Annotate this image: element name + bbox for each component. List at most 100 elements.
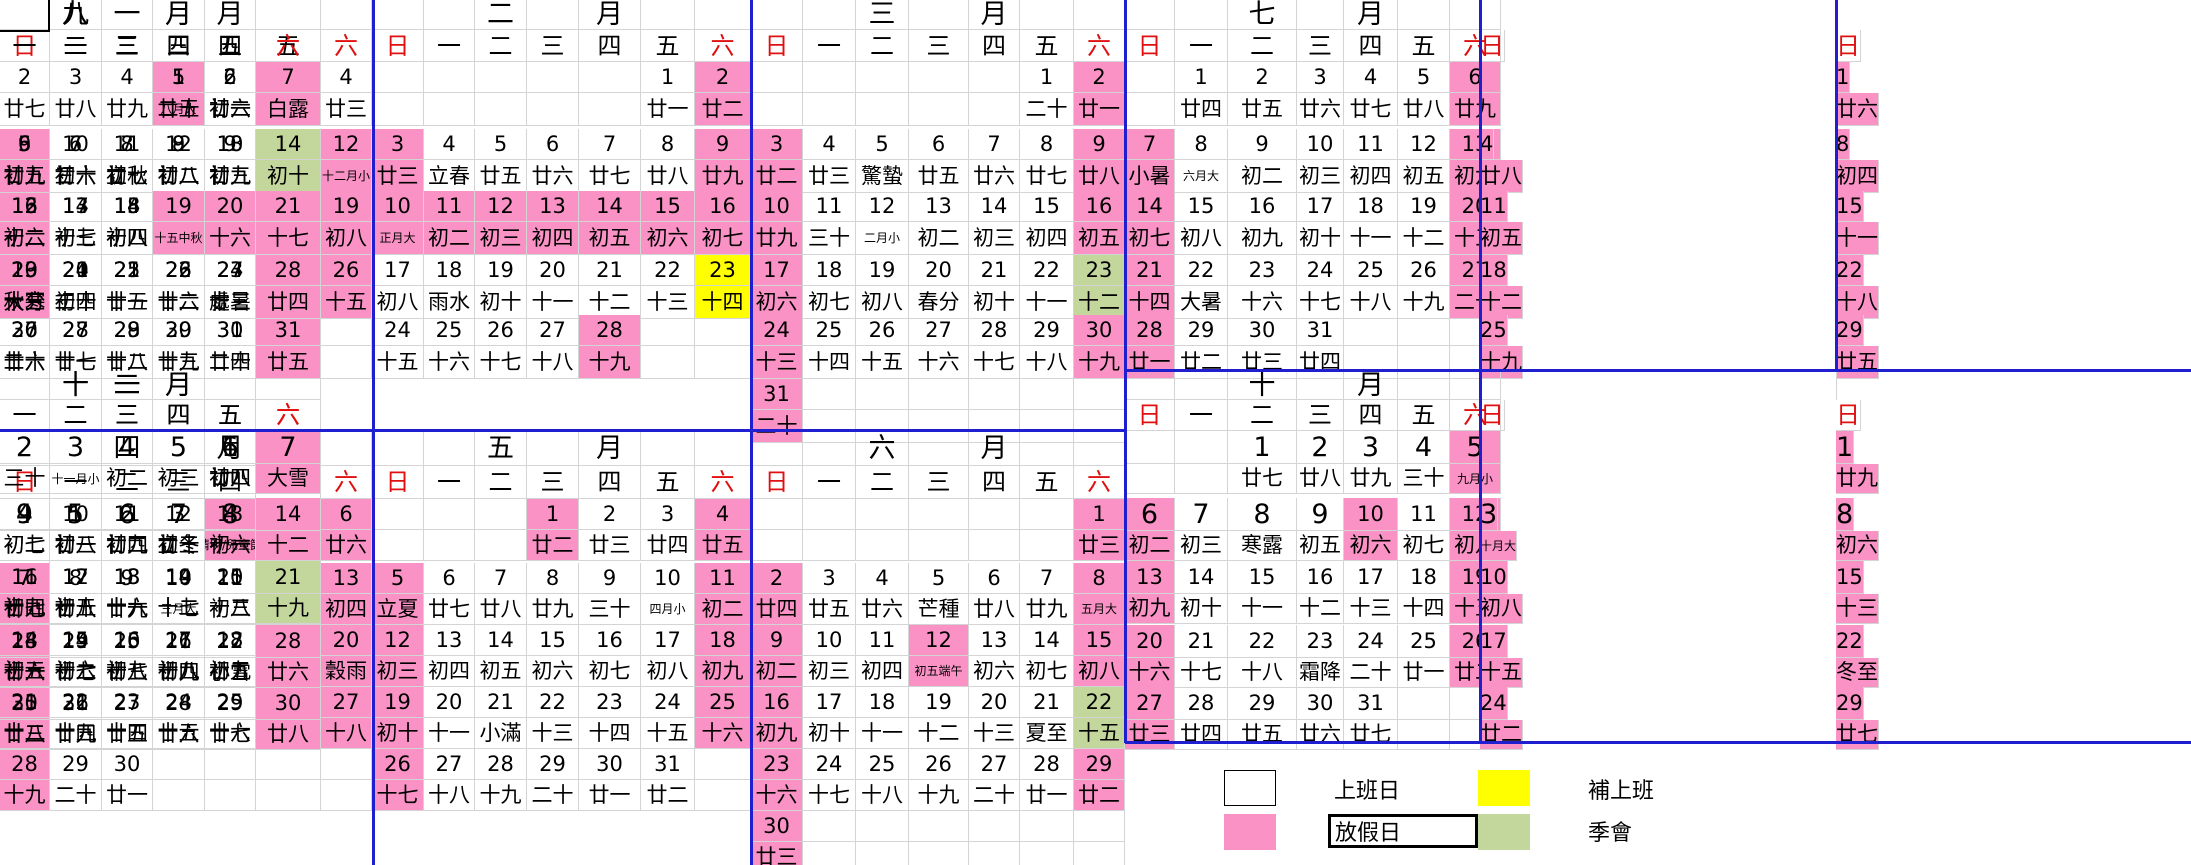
day-number-cell[interactable]: 23 [695, 255, 751, 286]
day-number-cell[interactable]: 14 [1020, 625, 1074, 656]
day-number-cell[interactable]: 13 [969, 625, 1020, 656]
lunar-date-cell[interactable]: 廿八 [969, 594, 1020, 625]
lunar-date-cell[interactable]: 初三 [153, 464, 205, 494]
day-number-cell[interactable]: 15 [527, 625, 579, 656]
day-number-cell[interactable]: 18 [1344, 191, 1398, 222]
lunar-date-cell[interactable]: 廿八 [1480, 160, 1523, 193]
day-number-cell[interactable]: 27 [205, 255, 256, 286]
lunar-date-cell[interactable]: 廿九 [1450, 93, 1501, 126]
lunar-date-cell[interactable]: 廿八 [1398, 93, 1450, 126]
lunar-date-cell[interactable]: 十六 [909, 346, 969, 379]
day-number-cell[interactable]: 22 [1836, 255, 1864, 286]
lunar-date-cell[interactable]: 初八 [1175, 222, 1228, 255]
day-number-cell[interactable]: 3 [1480, 498, 1499, 531]
lunar-date-cell[interactable] [256, 720, 321, 750]
day-number-cell[interactable]: 14 [969, 191, 1020, 222]
day-number-cell[interactable]: 22 [1175, 255, 1228, 286]
lunar-date-cell[interactable] [856, 93, 909, 126]
day-number-cell[interactable]: 20 [527, 255, 579, 286]
lunar-date-cell[interactable]: 初十 [1297, 222, 1344, 255]
day-number-cell[interactable]: 15 [1228, 561, 1297, 594]
lunar-date-cell[interactable]: 十三 [50, 222, 102, 255]
day-number-cell[interactable]: 2 [579, 499, 641, 530]
lunar-date-cell[interactable]: 十八 [856, 780, 909, 811]
lunar-date-cell[interactable]: 初七 [102, 160, 153, 193]
lunar-date-cell[interactable]: 廿四 [751, 594, 803, 625]
lunar-date-cell[interactable]: 廿六 [321, 530, 372, 561]
lunar-date-cell[interactable]: 十九 [0, 780, 50, 811]
lunar-date-cell[interactable]: 廿八 [0, 720, 50, 750]
day-number-cell[interactable]: 3 [1344, 431, 1398, 464]
lunar-date-cell[interactable]: 初七 [579, 656, 641, 687]
day-number-cell[interactable] [321, 315, 372, 346]
day-number-cell[interactable]: 7 [475, 563, 527, 594]
day-number-cell[interactable]: 19 [372, 687, 424, 718]
day-number-cell[interactable]: 13 [1125, 561, 1175, 594]
day-number-cell[interactable]: 17 [751, 255, 803, 286]
day-number-cell[interactable]: 30 [102, 749, 153, 780]
day-number-cell[interactable]: 24 [50, 625, 102, 658]
day-number-cell[interactable]: 27 [1125, 687, 1175, 720]
day-number-cell[interactable]: 4 [695, 499, 751, 530]
lunar-date-cell[interactable] [803, 530, 856, 561]
day-number-cell[interactable]: 23 [1228, 255, 1297, 286]
day-number-cell[interactable]: 27 [424, 749, 475, 780]
lunar-date-cell[interactable]: 穀雨 [321, 656, 372, 687]
lunar-date-cell[interactable]: 初二 [695, 594, 751, 625]
day-number-cell[interactable]: 13 [205, 129, 256, 160]
lunar-date-cell[interactable] [909, 530, 969, 561]
day-number-cell[interactable]: 29 [1836, 687, 1864, 720]
lunar-date-cell[interactable]: 廿九 [1344, 464, 1398, 494]
day-number-cell[interactable]: 8 [1228, 498, 1297, 531]
day-number-cell[interactable]: 28 [1175, 687, 1228, 720]
lunar-date-cell[interactable]: 廿五 [1228, 720, 1297, 750]
lunar-date-cell[interactable]: 十一 [1344, 222, 1398, 255]
lunar-date-cell[interactable] [856, 842, 909, 865]
day-number-cell[interactable]: 26 [475, 315, 527, 346]
lunar-date-cell[interactable]: 初十 [153, 531, 205, 561]
day-number-cell[interactable] [256, 315, 321, 346]
day-number-cell[interactable] [695, 315, 751, 346]
lunar-date-cell[interactable]: 立夏 [372, 594, 424, 625]
day-number-cell[interactable]: 7 [969, 129, 1020, 160]
lunar-date-cell[interactable]: 廿一 [641, 93, 695, 126]
day-number-cell[interactable] [579, 62, 641, 93]
lunar-date-cell[interactable]: 廿七 [579, 160, 641, 193]
lunar-date-cell[interactable] [751, 93, 803, 126]
lunar-date-cell[interactable]: 廿二 [527, 530, 579, 561]
lunar-date-cell[interactable]: 十四 [1398, 594, 1450, 624]
lunar-date-cell[interactable]: 初四 [205, 464, 256, 494]
lunar-date-cell[interactable]: 初四 [1836, 160, 1879, 193]
day-number-cell[interactable]: 6 [205, 431, 256, 464]
lunar-date-cell[interactable]: 九月小 [1450, 464, 1501, 494]
day-number-cell[interactable] [153, 315, 205, 346]
day-number-cell[interactable]: 19 [909, 687, 969, 718]
day-number-cell[interactable]: 2 [0, 62, 50, 93]
day-number-cell[interactable]: 11 [1398, 498, 1450, 531]
day-number-cell[interactable]: 3 [751, 129, 803, 160]
day-number-cell[interactable]: 26 [909, 749, 969, 780]
lunar-date-cell[interactable]: 初二 [909, 222, 969, 255]
day-number-cell[interactable]: 26 [321, 255, 372, 286]
lunar-date-cell[interactable] [102, 720, 153, 750]
lunar-date-cell[interactable]: 廿七 [424, 594, 475, 625]
day-number-cell[interactable]: 15 [1074, 625, 1125, 656]
lunar-date-cell[interactable]: 廿四 [153, 658, 205, 688]
lunar-date-cell[interactable]: 十三 [1836, 594, 1879, 624]
day-number-cell[interactable] [751, 499, 803, 530]
lunar-date-cell[interactable]: 二十 [527, 780, 579, 811]
lunar-date-cell[interactable]: 初九 [205, 160, 256, 193]
day-number-cell[interactable]: 20 [321, 625, 372, 656]
day-number-cell[interactable]: 31 [1344, 687, 1398, 720]
day-number-cell[interactable]: 21 [579, 255, 641, 286]
day-number-cell[interactable]: 2 [1074, 62, 1125, 93]
day-number-cell[interactable] [856, 379, 909, 410]
lunar-date-cell[interactable]: 十四 [102, 222, 153, 255]
lunar-date-cell[interactable]: 初八 [641, 656, 695, 687]
day-number-cell[interactable]: 25 [1398, 625, 1450, 658]
lunar-date-cell[interactable] [803, 842, 856, 865]
day-number-cell[interactable]: 10 [50, 129, 102, 160]
day-number-cell[interactable]: 15 [1836, 561, 1864, 594]
day-number-cell[interactable]: 23 [579, 687, 641, 718]
lunar-date-cell[interactable] [321, 780, 372, 811]
